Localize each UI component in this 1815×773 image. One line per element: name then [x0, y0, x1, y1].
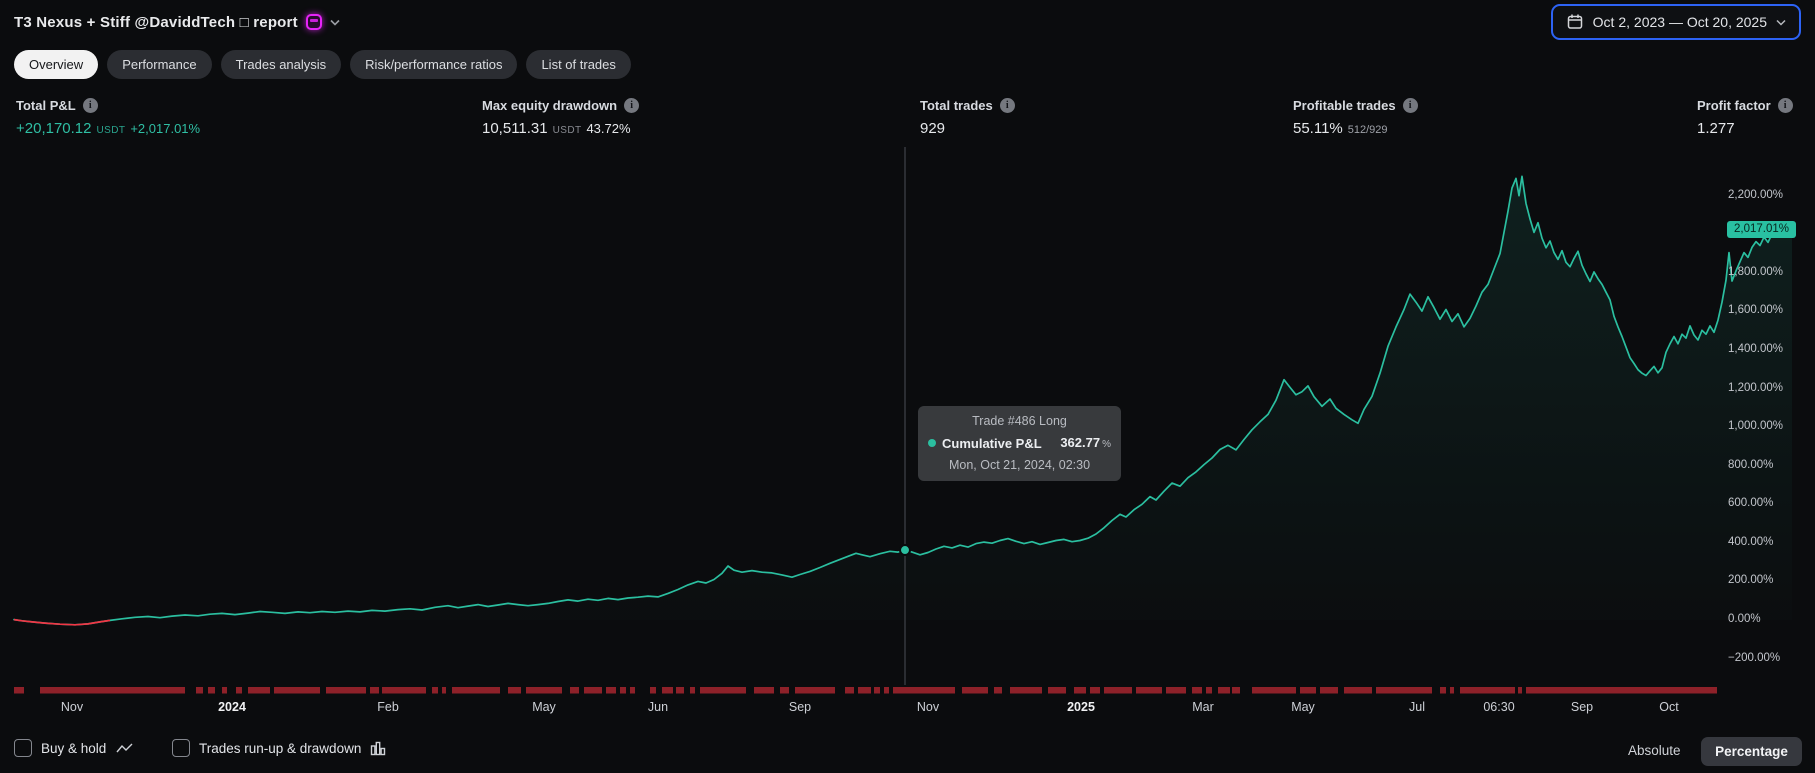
cumulative-pnl-chart[interactable]: 2,200.00% 1,800.00% 1,600.00% 1,400.00% 1,20…: [0, 144, 1815, 694]
footer-controls: Buy & hold Trades run-up & drawdown Abso…: [0, 736, 1815, 773]
stat-profitable-trades: Profitable trades i 55.11% 512/929: [1293, 98, 1418, 137]
x-axis-tick: Mar: [1192, 700, 1214, 714]
series-color-dot: [928, 439, 936, 447]
stat-label: Total P&L: [16, 98, 76, 113]
report-title-group: T3 Nexus + Stiff @DaviddTech □ report: [14, 14, 340, 31]
stat-max-drawdown: Max equity drawdown i 10,511.31 USDT 43.…: [482, 98, 640, 137]
chevron-down-icon: [1776, 19, 1786, 26]
stat-profit-factor: Profit factor i 1.277: [1697, 98, 1793, 137]
report-tabs: Overview Performance Trades analysis Ris…: [14, 50, 631, 79]
tab-trades-analysis[interactable]: Trades analysis: [220, 50, 342, 79]
x-axis-labels[interactable]: Nov 2024 Feb May Jun Sep Nov 2025 Mar May Jul 06:30…: [0, 697, 1815, 721]
y-axis-tick: 1,400.00%: [1728, 343, 1783, 355]
info-icon[interactable]: i: [1402, 98, 1418, 113]
y-axis-tick: 200.00%: [1728, 574, 1774, 587]
percentage-mode-button[interactable]: Percentage: [1701, 737, 1802, 766]
stat-percent: +2,017.01%: [130, 121, 201, 136]
x-axis-tick: Sep: [788, 700, 812, 714]
stat-value: 1.277: [1697, 120, 1735, 137]
stat-value: 10,511.31: [482, 120, 548, 137]
y-axis-tick: 1,000.00%: [1728, 420, 1783, 433]
tooltip-unit: %: [1102, 439, 1111, 450]
buy-hold-label: Buy & hold: [41, 740, 107, 756]
trades-runup-toggle[interactable]: Trades run-up & drawdown: [172, 739, 386, 757]
date-range-button[interactable]: Oct 2, 2023 — Oct 20, 2025: [1550, 4, 1801, 40]
y-axis-tick: 1,600.00%: [1728, 304, 1783, 317]
header: T3 Nexus + Stiff @DaviddTech □ report Oc…: [0, 0, 1815, 44]
x-axis-tick: 06:30: [1483, 700, 1515, 714]
bar-chart-icon: [371, 741, 386, 755]
stat-total-trades: Total trades i 929: [920, 98, 1015, 137]
page-title: T3 Nexus + Stiff @DaviddTech □ report: [14, 13, 298, 31]
y-axis-tick: 1,200.00%: [1728, 381, 1783, 394]
info-icon[interactable]: i: [82, 98, 98, 113]
x-axis-tick: Jul: [1409, 700, 1425, 714]
chevron-down-icon[interactable]: [330, 16, 340, 28]
x-axis-tick: Jun: [647, 700, 669, 714]
x-axis-tick: 2024: [218, 700, 246, 714]
tooltip-trade-title: Trade #486 Long: [972, 414, 1067, 428]
info-icon[interactable]: i: [1777, 98, 1793, 113]
x-axis-tick: Nov: [60, 700, 84, 714]
tooltip-value: 362.77: [1060, 435, 1101, 450]
x-axis-tick: Feb: [377, 700, 399, 714]
tab-risk-performance-ratios[interactable]: Risk/performance ratios: [350, 50, 518, 79]
y-axis-tick: 0.00%: [1728, 613, 1761, 625]
stat-total-pnl: Total P&L i +20,170.12 USDT +2,017.01%: [16, 98, 200, 137]
stat-label: Profit factor: [1697, 98, 1771, 113]
info-icon[interactable]: i: [624, 98, 640, 113]
tab-performance[interactable]: Performance: [107, 50, 212, 79]
stat-label: Total trades: [920, 98, 993, 113]
y-axis-tick: 1,800.00%: [1728, 265, 1783, 278]
trades-runup-label: Trades run-up & drawdown: [199, 740, 362, 756]
stat-currency: USDT: [552, 125, 582, 136]
stat-currency: USDT: [96, 125, 126, 136]
stat-percent: 43.72%: [586, 121, 631, 136]
x-axis-tick: May: [1291, 700, 1315, 714]
x-axis-tick: May: [532, 700, 556, 714]
x-axis-tick: Nov: [916, 700, 940, 714]
backtest-report-page: T3 Nexus + Stiff @DaviddTech □ report Oc…: [0, 0, 1815, 773]
x-axis-tick: Sep: [1570, 700, 1594, 714]
buy-hold-checkbox[interactable]: [14, 739, 32, 757]
y-axis-tick: 400.00%: [1728, 535, 1774, 548]
stats-row: Total P&L i +20,170.12 USDT +2,017.01% M…: [0, 98, 1815, 146]
tooltip-series-name: Cumulative P&L: [942, 435, 1042, 451]
y-axis-tick: 2,200.00%: [1728, 188, 1783, 201]
x-axis-tick: 2025: [1067, 700, 1095, 714]
x-axis-tick: Oct: [1659, 700, 1679, 714]
y-axis-tick: −200.00%: [1728, 651, 1781, 664]
stat-value: +20,170.12: [16, 120, 92, 137]
tab-list-of-trades[interactable]: List of trades: [526, 50, 631, 79]
trades-runup-checkbox[interactable]: [172, 739, 190, 757]
info-icon[interactable]: i: [999, 98, 1015, 113]
trade-tooltip: Trade #486 Long Cumulative P&L 362.77% M…: [918, 406, 1121, 481]
absolute-mode-button[interactable]: Absolute: [1628, 743, 1681, 758]
date-range-label: Oct 2, 2023 — Oct 20, 2025: [1592, 14, 1767, 30]
pnl-line-plot: [13, 147, 1793, 694]
stat-value: 929: [920, 120, 946, 137]
buy-hold-toggle[interactable]: Buy & hold: [14, 739, 135, 757]
stat-label: Max equity drawdown: [482, 98, 618, 113]
current-value-badge: 2,017.01%: [1727, 221, 1796, 239]
tab-overview[interactable]: Overview: [14, 50, 99, 79]
line-chart-icon: [116, 743, 133, 752]
strategy-calendar-icon[interactable]: [305, 14, 322, 30]
stat-detail: 512/929: [1347, 124, 1388, 136]
calendar-icon: [1567, 14, 1582, 29]
stat-label: Profitable trades: [1293, 98, 1396, 113]
y-axis-tick: 800.00%: [1728, 458, 1774, 471]
tooltip-timestamp: Mon, Oct 21, 2024, 02:30: [948, 457, 1091, 472]
y-axis-tick: 600.00%: [1728, 497, 1774, 510]
stat-value: 55.11%: [1293, 120, 1343, 137]
